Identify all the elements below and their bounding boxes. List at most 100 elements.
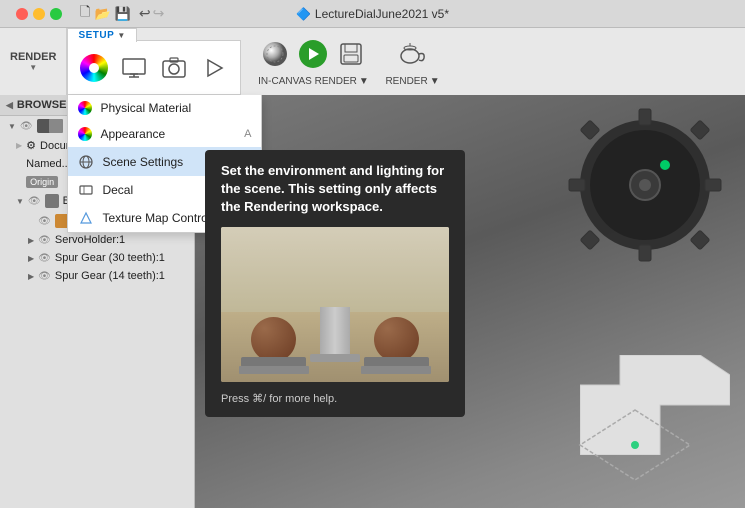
- origin-badge: Origin: [26, 176, 58, 188]
- setup-container: SETUP ▼: [67, 28, 241, 95]
- stamp-left: [251, 317, 296, 362]
- texture-svg-icon: [78, 210, 94, 226]
- sphere-render-button[interactable]: [257, 36, 293, 72]
- bodies-eye-icon[interactable]: 👁: [28, 196, 41, 207]
- render-dropdown-arrow: ▼: [29, 63, 37, 72]
- in-canvas-render-label[interactable]: IN-CANVAS RENDER ▼: [258, 76, 369, 87]
- tree-item-spur30[interactable]: ▶ 👁 Spur Gear (30 teeth):1: [0, 249, 194, 267]
- appearance-shortcut: A: [244, 128, 251, 140]
- root-file-icon: [49, 119, 63, 133]
- in-canvas-dropdown-arrow: ▼: [359, 76, 369, 87]
- physical-material-icon: [78, 101, 92, 115]
- render-right-icons: [395, 36, 431, 72]
- arrow-icon-button[interactable]: [196, 50, 232, 86]
- new-file-icon[interactable]: 🗋: [80, 3, 90, 25]
- gear-svg: [565, 105, 725, 265]
- minimize-button[interactable]: [33, 8, 45, 20]
- window-title: LectureDialJune2021 v5*: [315, 7, 449, 21]
- named-label: Named...: [26, 158, 71, 170]
- decal-label: Decal: [102, 183, 133, 197]
- save-icon[interactable]: 💾: [115, 6, 131, 22]
- save-render-button[interactable]: [333, 36, 369, 72]
- title-bar: 🗋 📂 💾 ↩ ↪ 🔷 LectureDialJune2021 v5*: [0, 0, 745, 28]
- wireframe-diamond: [575, 405, 695, 488]
- sphere-icon: [259, 38, 291, 70]
- spur14-eye-icon[interactable]: 👁: [38, 271, 51, 282]
- texture-map-icon: [78, 210, 94, 226]
- setup-tab[interactable]: SETUP ▼: [67, 28, 136, 42]
- open-file-icon[interactable]: 📂: [94, 6, 110, 22]
- file-icon: 🔷: [296, 7, 311, 21]
- decal-svg-icon: [78, 182, 94, 198]
- undo-redo-group: ↩ ↪: [135, 5, 168, 22]
- spur30-expand: ▶: [28, 254, 34, 263]
- physical-material-item[interactable]: Physical Material: [68, 95, 261, 121]
- redo-icon[interactable]: ↪: [153, 5, 165, 22]
- scene-settings-icon: [78, 154, 94, 170]
- render-right-group: RENDER ▼: [385, 36, 439, 87]
- spur30-label: Spur Gear (30 teeth):1: [55, 252, 165, 264]
- decal-icon: [78, 182, 94, 198]
- in-canvas-render-group: IN-CANVAS RENDER ▼: [257, 36, 369, 87]
- appearance-label: Appearance: [100, 127, 165, 141]
- tooltip-image: [221, 227, 449, 382]
- browser-title: BROWSER: [17, 99, 74, 111]
- tooltip-sky: [221, 227, 449, 312]
- physical-material-label: Physical Material: [100, 101, 191, 115]
- toolbar-controls: RENDER ▼ SETUP ▼: [0, 28, 745, 95]
- root-arrow: ▼: [8, 122, 16, 131]
- diamond-svg: [575, 405, 695, 485]
- teapot-button[interactable]: [395, 36, 431, 72]
- tree-item-spur14[interactable]: ▶ 👁 Spur Gear (14 teeth):1: [0, 267, 194, 285]
- render-label-text: RENDER: [10, 51, 56, 63]
- render-right-dropdown-arrow: ▼: [430, 76, 440, 87]
- center-structure: [320, 307, 350, 357]
- holder-expand: ▶: [28, 236, 34, 245]
- spur30-eye-icon[interactable]: 👁: [38, 253, 51, 264]
- stamp-left-foot: [239, 366, 309, 374]
- stamp-right-foot: [361, 366, 431, 374]
- stamp-right: [374, 317, 419, 362]
- viewport[interactable]: Set the environment and lighting for the…: [195, 95, 745, 508]
- setup-icons-group: [67, 40, 241, 95]
- arrow-icon: [200, 54, 228, 82]
- tree-item-servoholder[interactable]: ▶ 👁 ServoHolder:1: [0, 231, 194, 249]
- save-render-icon: [337, 40, 365, 68]
- tooltip-popup: Set the environment and lighting for the…: [205, 150, 465, 417]
- close-button[interactable]: [16, 8, 28, 20]
- texture-map-label: Texture Map Controls: [102, 211, 216, 225]
- appearance-item[interactable]: Appearance A: [68, 121, 261, 147]
- sidebar-collapse-button[interactable]: ◀: [6, 100, 13, 111]
- setup-dropdown-arrow: ▼: [117, 31, 125, 40]
- photo-icon-button[interactable]: [156, 50, 192, 86]
- servo-eye-icon[interactable]: 👁: [38, 216, 51, 227]
- appearance-icon: [78, 127, 92, 141]
- photo-icon: [160, 54, 188, 82]
- monitor-icon-button[interactable]: [116, 50, 152, 86]
- holder-eye-icon[interactable]: 👁: [38, 235, 51, 246]
- render-right-label[interactable]: RENDER ▼: [385, 76, 439, 87]
- undo-icon[interactable]: ↩: [139, 5, 151, 22]
- color-wheel-button[interactable]: [76, 50, 112, 86]
- tooltip-footer: Press ⌘/ for more help.: [221, 392, 449, 405]
- center-base: [310, 354, 360, 362]
- render-label[interactable]: RENDER ▼: [0, 28, 67, 95]
- doc-arrow: ▶: [16, 141, 22, 150]
- monitor-icon: [120, 54, 148, 82]
- window-controls: [8, 8, 70, 20]
- holder-label: ServoHolder:1: [55, 234, 125, 246]
- spur14-expand: ▶: [28, 272, 34, 281]
- teapot-icon: [397, 38, 429, 70]
- bodies-arrow: ▼: [16, 197, 24, 206]
- spur14-label: Spur Gear (14 teeth):1: [55, 270, 165, 282]
- bodies-folder-icon: [45, 194, 59, 208]
- maximize-button[interactable]: [50, 8, 62, 20]
- play-render-button[interactable]: [299, 40, 327, 68]
- play-icon: [305, 46, 321, 62]
- root-eye-icon[interactable]: 👁: [20, 121, 33, 132]
- globe-icon: [78, 154, 94, 170]
- toolbar-left-icons: 🗋 📂 💾 ↩ ↪: [76, 3, 168, 25]
- tooltip-title: Set the environment and lighting for the…: [221, 162, 449, 217]
- window-title-group: 🔷 LectureDialJune2021 v5*: [296, 7, 449, 21]
- scene-settings-label: Scene Settings: [102, 155, 183, 169]
